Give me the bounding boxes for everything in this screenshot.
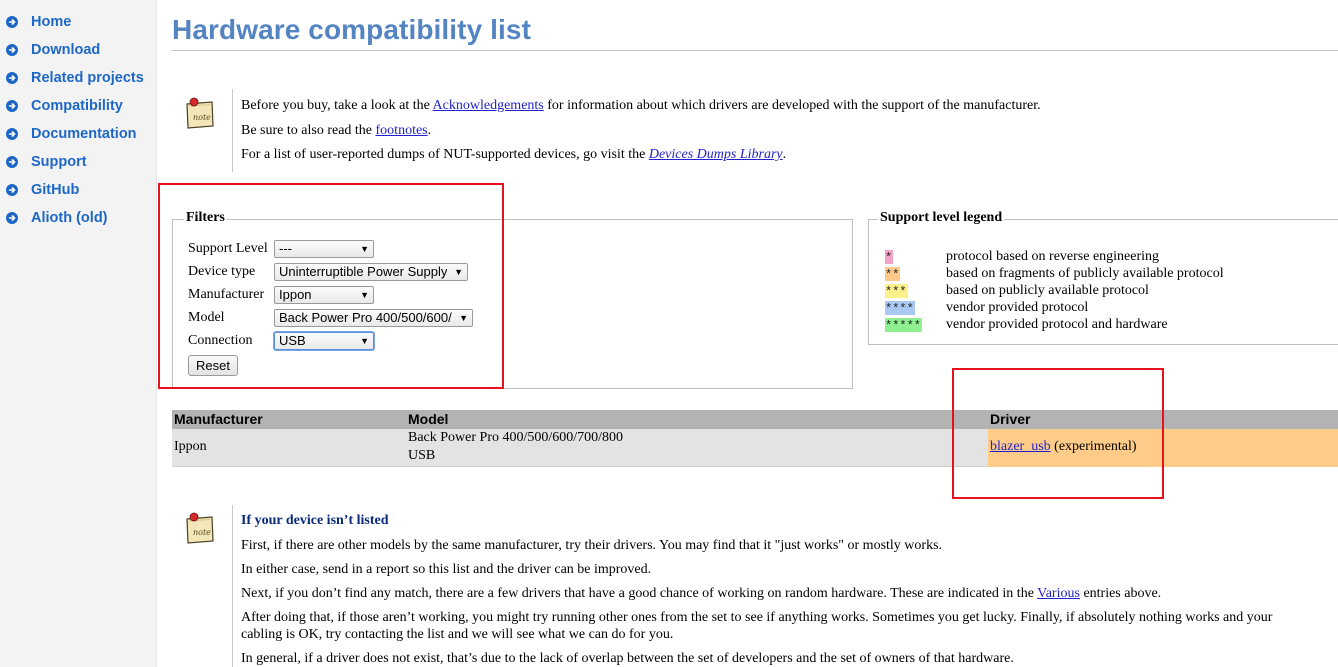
note-paragraph-2: In either case, send in a report so this… [241, 562, 652, 577]
nav-label: GitHub [31, 182, 80, 198]
svg-text:note: note [193, 113, 211, 122]
nav-item-alioth-old[interactable]: Alioth (old) [6, 208, 108, 228]
level-5-text: vendor provided protocol and hardware [946, 317, 1168, 332]
note-paragraph-5: In general, if a driver does not exist, … [241, 651, 1014, 666]
nav-item-documentation[interactable]: Documentation [6, 124, 137, 144]
note-paragraph-1: First, if there are other models by the … [241, 538, 943, 553]
sidebar: Home Download Related projects Compatibi… [0, 0, 157, 667]
header-model: Model [408, 411, 449, 427]
nav-item-github[interactable]: GitHub [6, 180, 79, 200]
note-paragraph-3: Next, if you don’t find any match, there… [241, 586, 1162, 601]
intro-line-2: Be sure to also read the footnotes. [241, 123, 432, 138]
nav-label: Related projects [31, 70, 144, 86]
acknowledgements-link[interactable]: Acknowledgements [433, 98, 544, 113]
level-2-text: based on fragments of publicly available… [946, 266, 1224, 281]
level-5-stars: ***** [885, 318, 922, 333]
arrow-right-icon [6, 212, 18, 224]
nav-label: Compatibility [31, 98, 123, 114]
nav-item-related-projects[interactable]: Related projects [6, 68, 144, 88]
level-1-stars: * [885, 250, 893, 265]
level-3-stars: *** [885, 284, 908, 299]
note-heading: If your device isn’t listed [241, 513, 389, 528]
note-paragraph-4-line-1: After doing that, if those aren’t workin… [241, 610, 1273, 625]
cell-manufacturer: Ippon [174, 439, 207, 454]
arrow-right-icon [6, 72, 18, 84]
level-1-text: protocol based on reverse engineering [946, 249, 1160, 264]
various-link[interactable]: Various [1037, 586, 1080, 601]
nav-label: Documentation [31, 126, 137, 142]
support-legend-title: Support level legend [878, 210, 1005, 226]
arrow-right-icon [6, 100, 18, 112]
arrow-right-icon [6, 128, 18, 140]
arrow-right-icon [6, 44, 18, 56]
footnotes-link[interactable]: footnotes [376, 123, 428, 138]
arrow-right-icon [6, 156, 18, 168]
devices-dumps-library-link[interactable]: Devices Dumps Library [649, 147, 783, 162]
svg-text:note: note [193, 528, 211, 537]
cell-model-line-2: USB [408, 448, 436, 463]
note-icon: note [184, 96, 216, 130]
nav-item-download[interactable]: Download [6, 40, 100, 60]
note-paragraph-4-line-2: cabling is OK, try contacting the list a… [241, 627, 674, 642]
page-title: Hardware compatibility list [172, 14, 532, 45]
arrow-right-icon [6, 16, 18, 28]
intro-line-1: Before you buy, take a look at the Ackno… [241, 98, 1041, 113]
nav-label: Alioth (old) [31, 210, 108, 226]
header-manufacturer: Manufacturer [174, 411, 263, 427]
title-divider [172, 50, 1338, 51]
nav-item-compatibility[interactable]: Compatibility [6, 96, 123, 116]
note-divider [232, 505, 233, 667]
level-3-text: based on publicly available protocol [946, 283, 1149, 298]
cell-model-line-1: Back Power Pro 400/500/600/700/800 [408, 430, 624, 445]
arrow-right-icon [6, 184, 18, 196]
driver-highlight-box [952, 368, 1164, 499]
note-icon: note [184, 511, 216, 545]
nav-label: Support [31, 154, 87, 170]
filters-highlight-box [158, 183, 504, 389]
nav-label: Download [31, 42, 101, 58]
level-2-stars: ** [885, 267, 900, 282]
nav-item-home[interactable]: Home [6, 12, 71, 32]
note-divider [232, 89, 233, 172]
nav-label: Home [31, 14, 72, 30]
level-4-stars: **** [885, 301, 915, 316]
intro-line-3: For a list of user-reported dumps of NUT… [241, 147, 787, 162]
nav-item-support[interactable]: Support [6, 152, 87, 172]
level-4-text: vendor provided protocol [946, 300, 1089, 315]
